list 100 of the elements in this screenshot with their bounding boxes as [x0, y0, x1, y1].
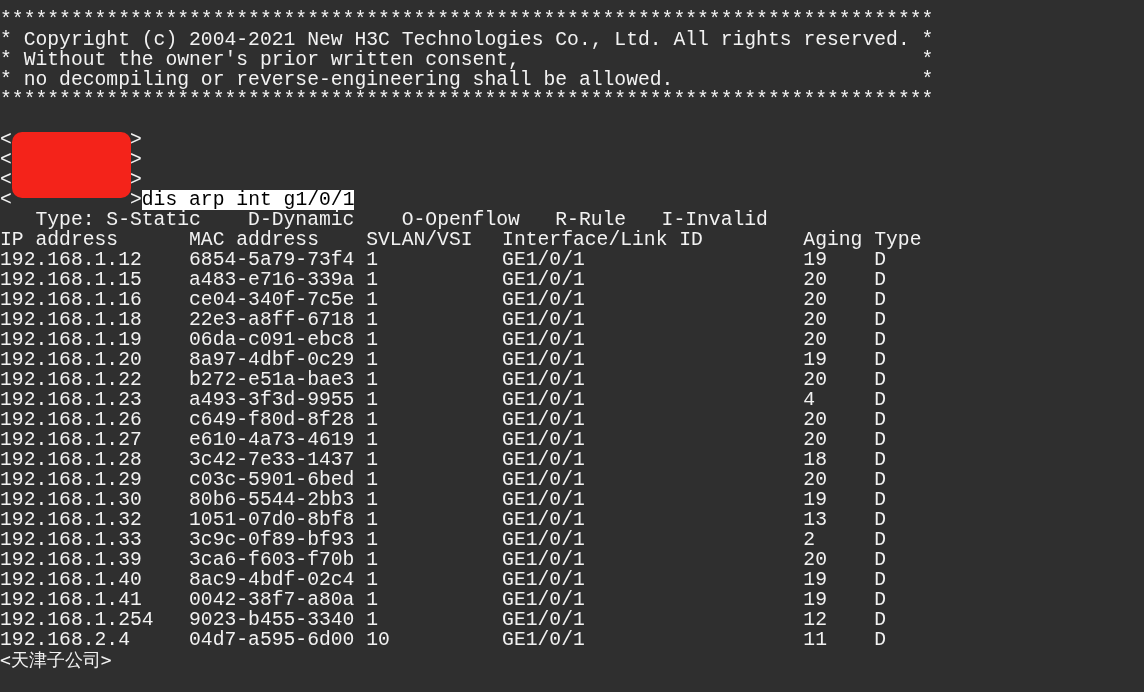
table-cell-text: 20 [803, 410, 828, 430]
table-cell-text: 3c9c-0f89-bf93 [189, 530, 356, 550]
table-cell-text: 1 [366, 550, 380, 570]
table-cell-text: b272-e51a-bae3 [189, 370, 356, 390]
table-cell-text: 192.168.1.39 [0, 550, 143, 570]
table-cell-text: 11 [803, 630, 828, 650]
table-cell-text: GE1/0/1 [502, 410, 586, 430]
table-cell-text: 20 [803, 470, 828, 490]
table-cell-text: 0042-38f7-a80a [189, 590, 356, 610]
table-cell-text: 192.168.1.28 [0, 450, 143, 470]
prompt-bracket: < [0, 150, 12, 170]
table-cell-text: 20 [803, 270, 828, 290]
table-cell-text: 20 [803, 370, 828, 390]
table-cell-text: 1 [366, 530, 380, 550]
table-cell-text: 1 [366, 310, 380, 330]
table-cell-text: 19 [803, 570, 828, 590]
table-cell-text: 192.168.1.15 [0, 270, 143, 290]
table-cell-text: 192.168.1.18 [0, 310, 143, 330]
table-cell-text: D [874, 550, 888, 570]
table-cell-text: GE1/0/1 [502, 630, 586, 650]
type-legend: Type: S-Static D-Dynamic O-Openflow R-Rule I-Invalid [0, 209, 768, 231]
table-cell-text: 192.168.1.22 [0, 370, 143, 390]
table-cell-text: GE1/0/1 [502, 390, 586, 410]
table-cell-text: 8a97-4dbf-0c29 [189, 350, 356, 370]
table-cell-text: 192.168.2.4 [0, 630, 131, 650]
table-cell-text: ce04-340f-7c5e [189, 290, 356, 310]
table-cell-text: D [874, 530, 888, 550]
table-cell-text: 1 [366, 430, 380, 450]
table-cell-text: 1 [366, 570, 380, 590]
table-cell-text: D [874, 290, 888, 310]
prompt-bracket: > [129, 190, 142, 210]
table-cell-text: 3ca6-f603-f70b [189, 550, 356, 570]
table-cell-text: GE1/0/1 [502, 550, 586, 570]
column-header: MAC address [189, 230, 319, 250]
banner-text: * Copyright (c) 2004-2021 New H3C Technologies Co., Ltd. All rights reserved. [0, 30, 911, 50]
table-cell-text: c03c-5901-6bed [189, 470, 356, 490]
table-cell-text: 192.168.1.23 [0, 390, 143, 410]
table-cell-text: GE1/0/1 [502, 290, 586, 310]
table-cell-text: 1 [366, 410, 380, 430]
table-cell-text: GE1/0/1 [502, 270, 586, 290]
table-cell-text: 1 [366, 330, 380, 350]
table-cell-text: a493-3f3d-9955 [189, 390, 356, 410]
table-cell-text: 1 [366, 450, 380, 470]
table-cell-text: GE1/0/1 [502, 330, 586, 350]
table-cell-text: 20 [803, 290, 828, 310]
table-cell-text: 1 [366, 390, 380, 410]
table-cell-text: 20 [803, 310, 828, 330]
table-cell-text: 19 [803, 250, 828, 270]
table-cell-text: GE1/0/1 [502, 430, 586, 450]
table-cell-text: D [874, 490, 888, 510]
table-cell-text: D [874, 570, 888, 590]
table-cell-text: 13 [803, 510, 828, 530]
table-cell-text: a483-e716-339a [189, 270, 356, 290]
table-cell-text: D [874, 450, 888, 470]
table-cell-text: 192.168.1.40 [0, 570, 143, 590]
banner-rule: ******************************************************************************* [0, 9, 934, 31]
table-cell-text: D [874, 350, 888, 370]
prompt-bracket: < [0, 130, 12, 150]
prompt-bracket: > [129, 130, 142, 150]
table-cell-text: D [874, 310, 888, 330]
table-cell-text: D [874, 510, 888, 530]
table-cell-text: 19 [803, 590, 828, 610]
table-cell-text: GE1/0/1 [502, 310, 586, 330]
banner-text: * no decompiling or reverse-engineering shall be allowed. [0, 70, 674, 90]
table-cell-text: 1 [366, 610, 380, 630]
table-cell-text: 1051-07d0-8bf8 [189, 510, 356, 530]
table-cell-text: D [874, 270, 888, 290]
prompt-bracket: > [129, 170, 142, 190]
table-cell-text: 18 [803, 450, 828, 470]
table-cell-text: D [874, 430, 888, 450]
table-cell-text: GE1/0/1 [502, 570, 586, 590]
column-header: Type [874, 230, 923, 250]
table-cell-text: 12 [803, 610, 828, 630]
table-cell-text: 192.168.1.16 [0, 290, 143, 310]
table-cell-text: 1 [366, 290, 380, 310]
banner-rule: ******************************************************************************* [0, 89, 934, 111]
table-cell-text: GE1/0/1 [502, 350, 586, 370]
banner-border: * [921, 30, 934, 50]
table-cell-text: 192.168.1.29 [0, 470, 143, 490]
table-cell-text: D [874, 410, 888, 430]
table-cell-text: 192.168.1.254 [0, 610, 155, 630]
prompt-bracket: < [0, 190, 12, 210]
table-cell-text: 1 [366, 350, 380, 370]
table-cell-text: 1 [366, 510, 380, 530]
column-header: Aging [803, 230, 864, 250]
table-cell-text: 19 [803, 490, 828, 510]
table-cell-text: GE1/0/1 [502, 490, 586, 510]
table-cell-text: 1 [366, 370, 380, 390]
prompt-text: <天津子公司> [0, 649, 112, 670]
table-cell-text: 192.168.1.33 [0, 530, 143, 550]
table-cell-text: D [874, 250, 888, 270]
table-cell-text: D [874, 470, 888, 490]
table-cell-text: D [874, 610, 888, 630]
banner-text: * Without the owner's prior written consent, [0, 50, 520, 70]
table-cell-text: GE1/0/1 [502, 590, 586, 610]
table-cell-text: 9023-b455-3340 [189, 610, 356, 630]
table-cell-text: D [874, 590, 888, 610]
table-cell-text: GE1/0/1 [502, 610, 586, 630]
table-cell-text: 192.168.1.30 [0, 490, 143, 510]
table-cell-text: 192.168.1.32 [0, 510, 143, 530]
